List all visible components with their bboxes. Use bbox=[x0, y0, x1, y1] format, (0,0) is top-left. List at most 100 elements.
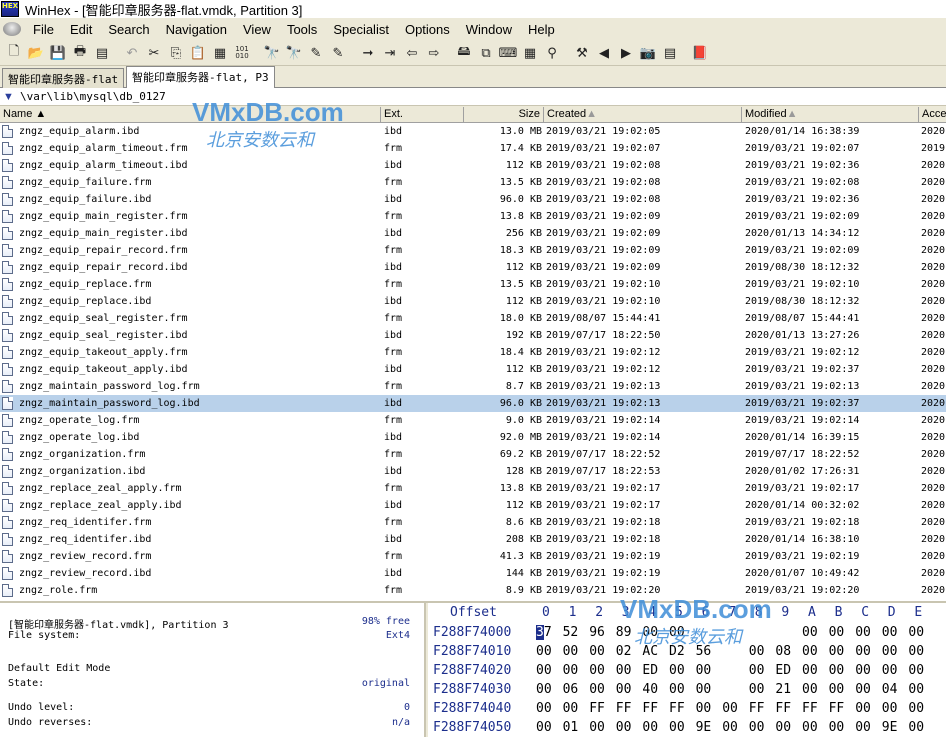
binary-icon[interactable]: 101 010 bbox=[231, 42, 253, 64]
file-row[interactable]: zngz_equip_alarm_timeout.frm frm 17.4 KB 20… bbox=[0, 140, 946, 157]
file-row[interactable]: zngz_equip_main_register.frm frm 13.8 KB 20… bbox=[0, 208, 946, 225]
hex-byte[interactable]: 00 bbox=[908, 720, 928, 735]
hex-byte[interactable]: 00 bbox=[669, 720, 689, 735]
hex-byte[interactable]: 00 bbox=[882, 701, 902, 716]
edit-memory-icon[interactable]: ⌨ bbox=[497, 42, 519, 64]
hex-byte[interactable]: 00 bbox=[669, 682, 689, 697]
hex-byte[interactable]: 04 bbox=[882, 682, 902, 697]
open-folder-icon[interactable]: 📂 bbox=[25, 42, 47, 64]
file-row[interactable]: zngz_equip_alarm_timeout.ibd ibd 112 KB 201… bbox=[0, 157, 946, 174]
column-header-size[interactable]: Size bbox=[464, 107, 544, 123]
file-row[interactable]: zngz_equip_takeout_apply.ibd ibd 112 KB 201… bbox=[0, 361, 946, 378]
file-row[interactable]: zngz_req_identifer.ibd ibd 208 KB 2019/03/2… bbox=[0, 531, 946, 548]
hex-byte[interactable]: 00 bbox=[722, 701, 742, 716]
hex-byte[interactable]: 00 bbox=[616, 720, 636, 735]
file-row[interactable]: zngz_review_record.frm frm 41.3 KB 2019/03/… bbox=[0, 548, 946, 565]
hex-byte[interactable]: 00 bbox=[536, 663, 556, 678]
hex-byte[interactable]: 00 bbox=[669, 625, 689, 640]
menu-specialist[interactable]: Specialist bbox=[325, 22, 397, 37]
hex-byte[interactable]: FF bbox=[669, 701, 689, 716]
hex-byte[interactable]: 00 bbox=[749, 644, 769, 659]
winhex-app-icon[interactable]: HEX bbox=[1, 1, 19, 17]
file-row[interactable]: zngz_equip_repair_record.frm frm 18.3 KB 20… bbox=[0, 242, 946, 259]
file-row[interactable]: zngz_organization.frm frm 69.2 KB 2019/07/1… bbox=[0, 446, 946, 463]
hex-byte[interactable]: 00 bbox=[642, 625, 662, 640]
hex-byte[interactable]: 00 bbox=[749, 663, 769, 678]
menu-view[interactable]: View bbox=[235, 22, 279, 37]
menu-search[interactable]: Search bbox=[100, 22, 157, 37]
hex-byte-cursor[interactable]: 37 bbox=[536, 625, 556, 640]
directory-browser-icon[interactable]: ▤ bbox=[659, 42, 681, 64]
column-header-created[interactable]: Created▲ bbox=[544, 107, 742, 123]
hex-editor[interactable]: Offset 0123456789ABCDE F288F74000 37 52 96 8… bbox=[428, 603, 946, 737]
file-row[interactable]: zngz_maintain_password_log.ibd ibd 96.0 KB… bbox=[0, 395, 946, 412]
find-text-icon[interactable]: 🔭 bbox=[261, 42, 283, 64]
hex-byte[interactable]: 02 bbox=[616, 644, 636, 659]
menu-window[interactable]: Window bbox=[458, 22, 520, 37]
goto-sector-icon[interactable]: ⇥ bbox=[379, 42, 401, 64]
replace-text-icon[interactable]: ✎ bbox=[305, 42, 327, 64]
hex-byte[interactable]: 08 bbox=[775, 644, 795, 659]
file-row[interactable]: zngz_equip_seal_register.frm frm 18.0 KB 20… bbox=[0, 310, 946, 327]
find-hex-icon[interactable]: 🔭 bbox=[283, 42, 305, 64]
hex-byte[interactable]: FF bbox=[616, 701, 636, 716]
hex-byte[interactable]: 00 bbox=[882, 625, 902, 640]
hex-byte[interactable]: AC bbox=[642, 644, 662, 659]
hex-byte[interactable]: 00 bbox=[855, 663, 875, 678]
hex-byte[interactable]: 00 bbox=[829, 682, 849, 697]
hex-byte[interactable]: 00 bbox=[536, 701, 556, 716]
properties-icon[interactable]: ▤ bbox=[91, 42, 113, 64]
hex-byte[interactable]: 00 bbox=[802, 625, 822, 640]
save-icon[interactable]: 💾 bbox=[47, 42, 69, 64]
hex-byte[interactable]: 00 bbox=[908, 625, 928, 640]
hex-byte[interactable]: 00 bbox=[642, 720, 662, 735]
hex-byte[interactable]: 00 bbox=[802, 644, 822, 659]
hex-byte[interactable]: 00 bbox=[829, 663, 849, 678]
hex-byte[interactable]: 00 bbox=[749, 682, 769, 697]
column-header-ext[interactable]: Ext. bbox=[381, 107, 464, 123]
hex-byte[interactable]: 00 bbox=[802, 682, 822, 697]
open-disk-icon[interactable]: 🖴 bbox=[453, 42, 475, 64]
clone-disk-icon[interactable]: ⧉ bbox=[475, 42, 497, 64]
hex-byte[interactable]: 52 bbox=[563, 625, 583, 640]
hex-byte[interactable]: 00 bbox=[563, 663, 583, 678]
file-row[interactable]: zngz_equip_takeout_apply.frm frm 18.4 KB 20… bbox=[0, 344, 946, 361]
hex-byte[interactable]: 00 bbox=[855, 682, 875, 697]
file-row[interactable]: zngz_replace_zeal_apply.ibd ibd 112 KB 2019… bbox=[0, 497, 946, 514]
hex-byte[interactable]: 00 bbox=[536, 682, 556, 697]
menu-tools[interactable]: Tools bbox=[279, 22, 325, 37]
hex-byte[interactable]: 00 bbox=[563, 644, 583, 659]
search-icon[interactable]: ⚲ bbox=[541, 42, 563, 64]
hex-byte[interactable]: 00 bbox=[589, 682, 609, 697]
hex-byte[interactable]: FF bbox=[829, 701, 849, 716]
hex-byte[interactable]: 00 bbox=[536, 720, 556, 735]
hex-byte[interactable]: 00 bbox=[855, 701, 875, 716]
replace-hex-icon[interactable]: ✎ bbox=[327, 42, 349, 64]
hex-byte[interactable]: 40 bbox=[642, 682, 662, 697]
hex-byte[interactable]: 00 bbox=[855, 720, 875, 735]
hex-byte[interactable]: FF bbox=[589, 701, 609, 716]
new-file-icon[interactable]: 🗋 bbox=[3, 42, 25, 64]
menu-options[interactable]: Options bbox=[397, 22, 458, 37]
file-row[interactable]: zngz_operate_log.ibd ibd 92.0 MB 2019/03/21… bbox=[0, 429, 946, 446]
tab-partition-3[interactable]: 智能印章服务器-flat, P3 bbox=[126, 66, 275, 88]
hex-byte[interactable]: FF bbox=[775, 701, 795, 716]
goto-offset-icon[interactable]: ➞ bbox=[357, 42, 379, 64]
hex-byte[interactable]: 00 bbox=[882, 644, 902, 659]
hex-byte[interactable]: 00 bbox=[696, 701, 716, 716]
tab-disk-image[interactable]: 智能印章服务器-flat bbox=[2, 68, 125, 88]
hex-byte[interactable]: 96 bbox=[589, 625, 609, 640]
file-row[interactable]: zngz_equip_replace.frm frm 13.5 KB 2019/03/… bbox=[0, 276, 946, 293]
hex-byte[interactable]: 00 bbox=[855, 644, 875, 659]
paste-icon[interactable]: 📋 bbox=[187, 42, 209, 64]
menu-file[interactable]: File bbox=[25, 22, 62, 37]
menu-navigation[interactable]: Navigation bbox=[158, 22, 235, 37]
hex-byte[interactable]: 56 bbox=[696, 644, 716, 659]
hex-byte[interactable]: 00 bbox=[749, 720, 769, 735]
hex-byte[interactable]: FF bbox=[749, 701, 769, 716]
hex-byte[interactable]: 00 bbox=[616, 682, 636, 697]
column-header-name[interactable]: Name ▲ bbox=[0, 107, 381, 123]
copy-icon[interactable]: ⎘ bbox=[165, 42, 187, 64]
file-row[interactable]: zngz_replace_zeal_apply.frm frm 13.8 KB 201… bbox=[0, 480, 946, 497]
hex-byte[interactable]: 00 bbox=[908, 682, 928, 697]
